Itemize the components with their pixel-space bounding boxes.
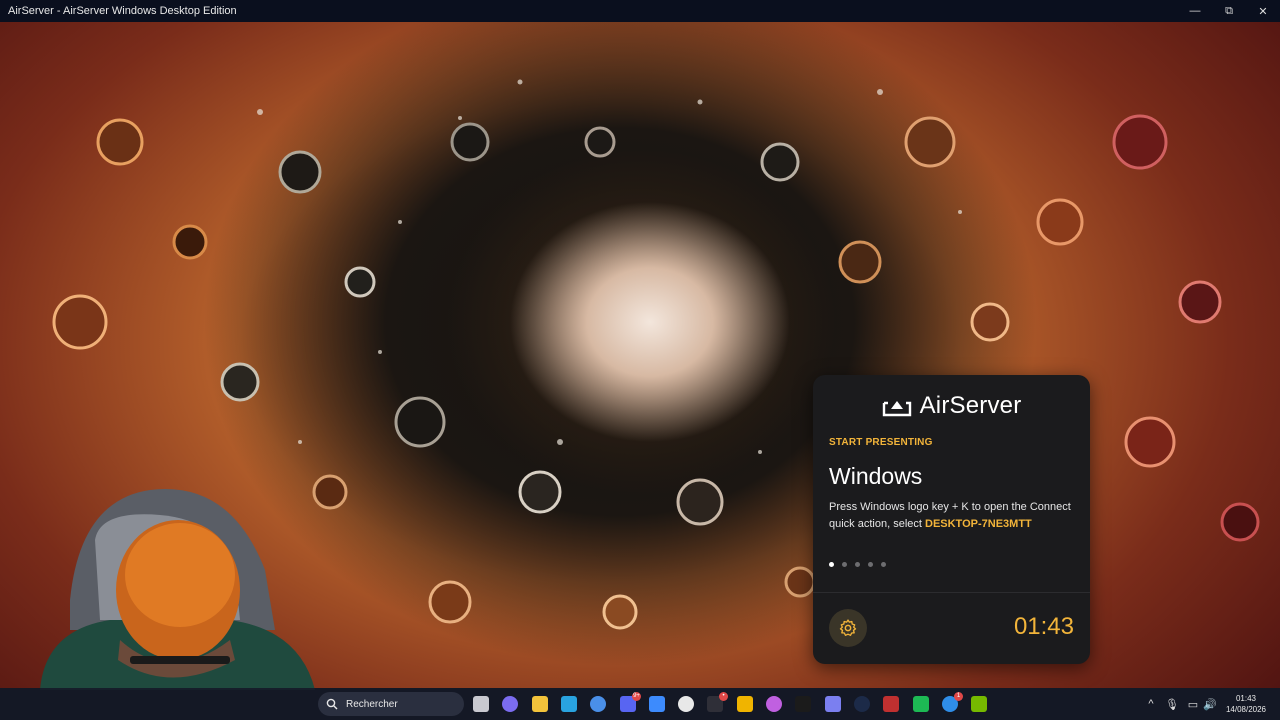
- clock-date: 14/08/2026: [1225, 705, 1267, 714]
- taskbar-clock[interactable]: 01:43 14/08/2026: [1222, 693, 1270, 715]
- discord-icon[interactable]: 9+: [620, 692, 641, 712]
- notification-badge: 1: [954, 692, 963, 701]
- nvidia-overlay-icon[interactable]: [971, 696, 987, 712]
- copilot-icon[interactable]: [502, 696, 518, 712]
- carousel-dot[interactable]: [868, 562, 873, 567]
- volume-icon[interactable]: 🔊: [1203, 697, 1217, 711]
- taskbar: Rechercher 9+ • 1 ^ 🎙 ▭ 🔊 01:43 14/08/2026: [0, 688, 1280, 720]
- person-silhouette: [40, 489, 315, 690]
- airserver-presentation-card: AirServer START PRESENTING Windows Press…: [813, 375, 1090, 664]
- taskbar-search[interactable]: Rechercher: [318, 692, 464, 716]
- logo-text: AirServer: [919, 392, 1022, 419]
- carousel-dot[interactable]: [842, 562, 847, 567]
- edge-icon[interactable]: [561, 696, 577, 712]
- voice-app-icon[interactable]: [825, 696, 841, 712]
- display-icon[interactable]: ▭: [1186, 697, 1200, 711]
- microsoft-store-icon[interactable]: [590, 696, 606, 712]
- task-view-icon[interactable]: [473, 696, 489, 712]
- gear-icon: [839, 619, 857, 636]
- webcam-overlay: [0, 480, 330, 690]
- instructions-text: Press Windows logo key + K to open the C…: [829, 499, 1081, 533]
- chrome-icon[interactable]: [737, 696, 753, 712]
- game-app-icon[interactable]: [766, 696, 782, 712]
- settings-button[interactable]: [829, 609, 867, 647]
- mail-icon[interactable]: [649, 696, 665, 712]
- search-placeholder: Rechercher: [346, 698, 398, 710]
- carousel-dots: [829, 562, 886, 567]
- nvidia-app-icon[interactable]: [795, 696, 811, 712]
- tray-overflow-icon[interactable]: ^: [1144, 697, 1158, 711]
- microphone-icon[interactable]: 🎙: [1165, 697, 1179, 711]
- carousel-dot[interactable]: [829, 562, 834, 567]
- platform-headline: Windows: [829, 463, 923, 489]
- search-icon: [326, 698, 338, 710]
- carousel-dot[interactable]: [855, 562, 860, 567]
- section-eyebrow: START PRESENTING: [829, 437, 933, 448]
- file-explorer-icon[interactable]: [532, 696, 548, 712]
- airserver-icon[interactable]: [678, 696, 694, 712]
- clock-time: 01:43: [1235, 694, 1257, 703]
- window-titlebar: AirServer - AirServer Windows Desktop Ed…: [0, 0, 1280, 22]
- device-name: DESKTOP-7NE3MTT: [925, 518, 1032, 530]
- card-divider: [813, 592, 1090, 593]
- window-title: AirServer - AirServer Windows Desktop Ed…: [8, 5, 237, 17]
- code-timer: 01:43: [1013, 613, 1074, 640]
- carousel-dot[interactable]: [881, 562, 886, 567]
- airserver-logo: AirServer: [813, 391, 1090, 421]
- maximize-button[interactable]: ⧉: [1212, 0, 1246, 22]
- spotify-icon[interactable]: [913, 696, 929, 712]
- notification-badge: •: [719, 692, 728, 701]
- close-button[interactable]: ✕: [1246, 0, 1280, 22]
- window-controls: — ⧉ ✕: [1178, 0, 1280, 22]
- minimize-button[interactable]: —: [1178, 0, 1212, 22]
- steam-icon[interactable]: [854, 696, 870, 712]
- airplay-icon: [882, 401, 911, 417]
- notification-badge: 9+: [632, 692, 641, 701]
- obs-icon[interactable]: •: [707, 692, 728, 712]
- app-store-icon[interactable]: 1: [942, 692, 963, 712]
- voicemeeter-icon[interactable]: [883, 696, 899, 712]
